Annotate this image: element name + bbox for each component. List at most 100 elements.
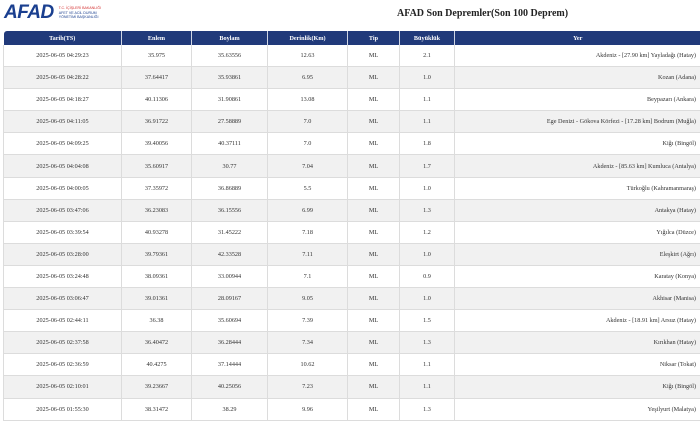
cell-magnitude: 1.0 <box>399 243 455 266</box>
table-row[interactable]: 2025-06-05 04:18:27 40.11306 31.90861 13.08… <box>3 88 700 112</box>
table-row[interactable]: 2025-06-05 03:39:54 40.93278 31.45222 7.18 M… <box>3 221 700 244</box>
cell-type: ML <box>347 45 400 68</box>
cell-depth: 7.0 <box>267 132 348 156</box>
page-title: AFAD Son Depremler(Son 100 Deprem) <box>397 8 569 19</box>
cell-date: 2025-06-05 02:37:58 <box>3 331 122 355</box>
cell-date: 2025-06-05 02:44:11 <box>3 309 122 333</box>
cell-depth: 7.39 <box>267 309 348 333</box>
table-row[interactable]: 2025-06-05 03:47:06 36.23083 36.15556 6.99 M… <box>3 199 700 222</box>
cell-depth: 5.5 <box>267 177 348 200</box>
cell-type: ML <box>347 287 400 311</box>
table-row[interactable]: 2025-06-05 01:55:30 38.31472 38.29 9.96 ML 1.… <box>3 398 700 421</box>
cell-latitude: 39.01361 <box>121 287 192 311</box>
table-row[interactable]: 2025-06-05 03:06:47 39.01361 28.09167 9.05 M… <box>3 287 700 311</box>
cell-magnitude: 1.5 <box>399 309 455 333</box>
cell-longitude: 28.09167 <box>191 287 268 311</box>
table-row[interactable]: 2025-06-05 03:28:00 39.79361 42.33528 7.11 M… <box>3 243 700 266</box>
table-row[interactable]: 2025-06-05 02:37:58 36.40472 36.28444 7.34 M… <box>3 331 700 355</box>
table-row[interactable]: 2025-06-05 04:11:05 36.91722 27.58889 7.0 ML… <box>3 110 700 134</box>
cell-depth: 7.18 <box>267 221 348 244</box>
cell-latitude: 35.975 <box>121 45 192 68</box>
cell-longitude: 31.45222 <box>191 221 268 244</box>
table-row[interactable]: 2025-06-05 04:09:25 39.40056 40.37111 7.0 ML… <box>3 132 700 156</box>
cell-date: 2025-06-05 04:00:05 <box>3 177 122 200</box>
cell-location: Ege Denizi - Gökova Körfezi - [17.28 km]… <box>454 110 700 134</box>
cell-magnitude: 1.3 <box>399 331 455 355</box>
cell-latitude: 37.64417 <box>121 66 192 90</box>
cell-magnitude: 1.3 <box>399 398 455 421</box>
cell-location: Kırıkhan (Hatay) <box>454 331 700 355</box>
cell-magnitude: 0.9 <box>399 265 455 289</box>
table-row[interactable]: 2025-06-05 04:28:22 37.64417 35.93861 6.95 M… <box>3 66 700 90</box>
cell-longitude: 40.25056 <box>191 375 268 399</box>
cell-location: Niksar (Tokat) <box>454 353 700 377</box>
cell-location: Akhisar (Manisa) <box>454 287 700 311</box>
cell-longitude: 35.63556 <box>191 45 268 68</box>
table-row[interactable]: 2025-06-05 04:29:23 35.975 35.63556 12.63 ML… <box>3 45 700 68</box>
cell-latitude: 36.38 <box>121 309 192 333</box>
cell-magnitude: 1.1 <box>399 375 455 399</box>
cell-date: 2025-06-05 03:39:54 <box>3 221 122 244</box>
table-row[interactable]: 2025-06-05 02:10:01 39.23667 40.25056 7.23 M… <box>3 375 700 399</box>
cell-type: ML <box>347 88 400 112</box>
cell-magnitude: 1.0 <box>399 177 455 200</box>
afad-logo[interactable]: AFAD T.C. İÇİŞLERİ BAKANLIĞI AFET VE ACİ… <box>4 2 101 24</box>
cell-longitude: 38.29 <box>191 398 268 421</box>
cell-location: Yığılca (Düzce) <box>454 221 700 244</box>
col-header-longitude[interactable]: Boylam <box>191 31 268 45</box>
cell-location: Eleşkirt (Ağrı) <box>454 243 700 266</box>
cell-latitude: 40.4275 <box>121 353 192 377</box>
cell-longitude: 36.28444 <box>191 331 268 355</box>
table-row[interactable]: 2025-06-05 04:04:08 35.60917 30.77 7.04 ML 1.… <box>3 154 700 178</box>
cell-longitude: 35.93861 <box>191 66 268 90</box>
cell-type: ML <box>347 132 400 156</box>
table-header: Tarih(TS) Enlem Boylam Derinlik(Km) Tip Büyük… <box>3 31 700 45</box>
table-row[interactable]: 2025-06-05 02:36:59 40.4275 37.14444 10.62 M… <box>3 353 700 377</box>
cell-location: Kiğı (Bingöl) <box>454 132 700 156</box>
cell-type: ML <box>347 154 400 178</box>
col-header-type[interactable]: Tip <box>347 31 400 45</box>
cell-type: ML <box>347 265 400 289</box>
cell-location: Karatay (Konya) <box>454 265 700 289</box>
cell-depth: 9.05 <box>267 287 348 311</box>
cell-depth: 13.08 <box>267 88 348 112</box>
cell-latitude: 36.40472 <box>121 331 192 355</box>
cell-type: ML <box>347 353 400 377</box>
col-header-latitude[interactable]: Enlem <box>121 31 192 45</box>
cell-longitude: 36.15556 <box>191 199 268 222</box>
cell-location: Antakya (Hatay) <box>454 199 700 222</box>
cell-latitude: 39.23667 <box>121 375 192 399</box>
table-row[interactable]: 2025-06-05 03:24:48 38.09361 33.00944 7.1 ML… <box>3 265 700 289</box>
cell-magnitude: 1.2 <box>399 221 455 244</box>
cell-location: Akdeniz - [18.91 km] Arsuz (Hatay) <box>454 309 700 333</box>
col-header-location[interactable]: Yer <box>454 31 700 45</box>
col-header-depth[interactable]: Derinlik(Km) <box>267 31 348 45</box>
cell-location: Beypazarı (Ankara) <box>454 88 700 112</box>
cell-latitude: 37.35972 <box>121 177 192 200</box>
logo-sub-line2: YÖNETİMİ BAŞKANLIĞI <box>58 15 99 20</box>
table-row[interactable]: 2025-06-05 04:00:05 37.35972 36.86889 5.5 ML… <box>3 177 700 200</box>
col-header-date[interactable]: Tarih(TS) <box>3 31 122 45</box>
col-header-magnitude[interactable]: Büyüklük <box>399 31 455 45</box>
cell-type: ML <box>347 375 400 399</box>
cell-depth: 6.99 <box>267 199 348 222</box>
cell-type: ML <box>347 331 400 355</box>
cell-latitude: 40.11306 <box>121 88 192 112</box>
cell-longitude: 36.86889 <box>191 177 268 200</box>
cell-type: ML <box>347 199 400 222</box>
cell-date: 2025-06-05 04:09:25 <box>3 132 122 156</box>
cell-type: ML <box>347 66 400 90</box>
cell-location: Türkoğlu (Kahramanmaraş) <box>454 177 700 200</box>
cell-latitude: 36.23083 <box>121 199 192 222</box>
cell-type: ML <box>347 309 400 333</box>
cell-longitude: 40.37111 <box>191 132 268 156</box>
cell-magnitude: 1.7 <box>399 154 455 178</box>
earthquake-table: Tarih(TS) Enlem Boylam Derinlik(Km) Tip Büyük… <box>3 31 700 421</box>
cell-depth: 7.1 <box>267 265 348 289</box>
cell-magnitude: 1.1 <box>399 110 455 134</box>
cell-location: Kiğı (Bingöl) <box>454 375 700 399</box>
cell-location: Kozan (Adana) <box>454 66 700 90</box>
cell-longitude: 31.90861 <box>191 88 268 112</box>
table-row[interactable]: 2025-06-05 02:44:11 36.38 35.60694 7.39 ML 1.… <box>3 309 700 333</box>
cell-magnitude: 1.3 <box>399 199 455 222</box>
